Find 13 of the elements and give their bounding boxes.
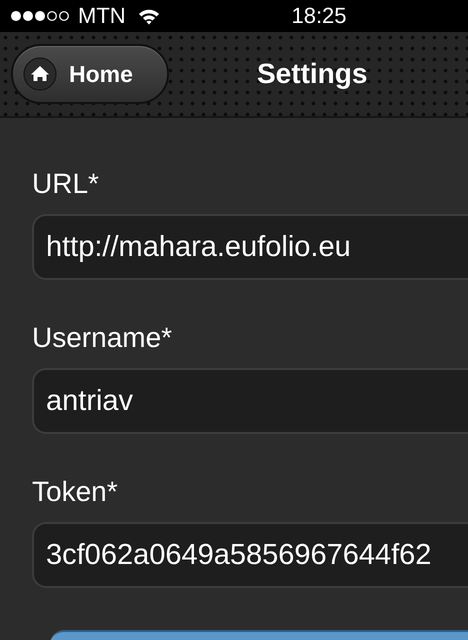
home-button[interactable]: Home: [11, 44, 169, 104]
input-field[interactable]: 3cf062a0649a5856967644f62: [32, 522, 468, 588]
input-field[interactable]: http://mahara.eufolio.eu: [32, 214, 468, 280]
screen-title: Settings: [257, 58, 368, 90]
signal-icon: [10, 10, 72, 22]
carrier-name: MTN: [78, 3, 126, 29]
wifi-icon: [138, 8, 160, 24]
clock-time: 18:25: [290, 3, 348, 29]
home-icon: [23, 57, 57, 91]
field-label: Token*: [32, 476, 119, 508]
input-field[interactable]: antriav: [32, 368, 468, 434]
field-label: Username*: [32, 322, 174, 354]
field-label: URL*: [32, 168, 100, 200]
